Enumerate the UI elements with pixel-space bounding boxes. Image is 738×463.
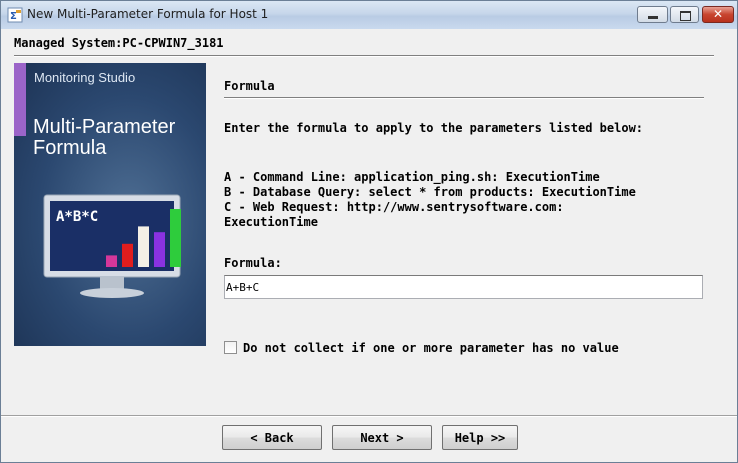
svg-text:Σ: Σ xyxy=(10,11,17,22)
wizard-banner-image: Monitoring Studio Multi-Parameter Formul… xyxy=(14,63,206,346)
monitor-bar xyxy=(122,243,133,267)
monitor-bar xyxy=(154,232,165,267)
footer-divider xyxy=(1,415,737,417)
no-value-checkbox-label[interactable]: Do not collect if one or more parameter … xyxy=(243,341,619,355)
maximize-button[interactable] xyxy=(670,6,699,23)
monitor-illustration: A*B*C xyxy=(43,194,181,298)
accent-bar xyxy=(14,63,26,136)
section-divider xyxy=(224,97,704,99)
help-button[interactable]: Help >> xyxy=(442,425,518,450)
parameter-a: A - Command Line: application_ping.sh: E… xyxy=(224,170,600,184)
parameter-list: A - Command Line: application_ping.sh: E… xyxy=(224,170,694,230)
section-title: Formula xyxy=(224,79,275,93)
product-title-line2: Formula xyxy=(33,137,107,159)
monitor-formula-text: A*B*C xyxy=(56,209,98,225)
monitor-bar xyxy=(106,255,117,267)
product-title-line1: Multi-Parameter xyxy=(33,116,176,138)
title-bar[interactable]: Σ New Multi-Parameter Formula for Host 1… xyxy=(1,1,737,29)
instructions-text: Enter the formula to apply to the parame… xyxy=(224,121,644,135)
monitor-bar xyxy=(138,226,149,267)
close-button[interactable]: ✕ xyxy=(702,6,734,23)
app-icon: Σ xyxy=(7,7,23,23)
minimize-button[interactable] xyxy=(637,6,668,23)
dialog-window: Σ New Multi-Parameter Formula for Host 1… xyxy=(0,0,738,463)
header-divider xyxy=(14,55,714,57)
close-icon: ✕ xyxy=(712,7,724,21)
parameter-b: B - Database Query: select * from produc… xyxy=(224,185,636,199)
product-title: Multi-Parameter Formula xyxy=(33,117,175,159)
minimize-icon xyxy=(648,16,658,19)
no-value-checkbox[interactable] xyxy=(224,341,237,354)
window-title: New Multi-Parameter Formula for Host 1 xyxy=(27,7,269,21)
managed-system-label: Managed System:PC-CPWIN7_3181 xyxy=(14,36,224,50)
maximize-icon xyxy=(680,11,691,21)
formula-label: Formula: xyxy=(224,256,282,270)
next-button[interactable]: Next > xyxy=(332,425,432,450)
formula-input[interactable] xyxy=(224,275,703,299)
parameter-c: C - Web Request: http://www.sentrysoftwa… xyxy=(224,200,564,229)
back-button[interactable]: < Back xyxy=(222,425,322,450)
brand-label: Monitoring Studio xyxy=(34,70,136,85)
monitor-bar xyxy=(170,209,181,267)
